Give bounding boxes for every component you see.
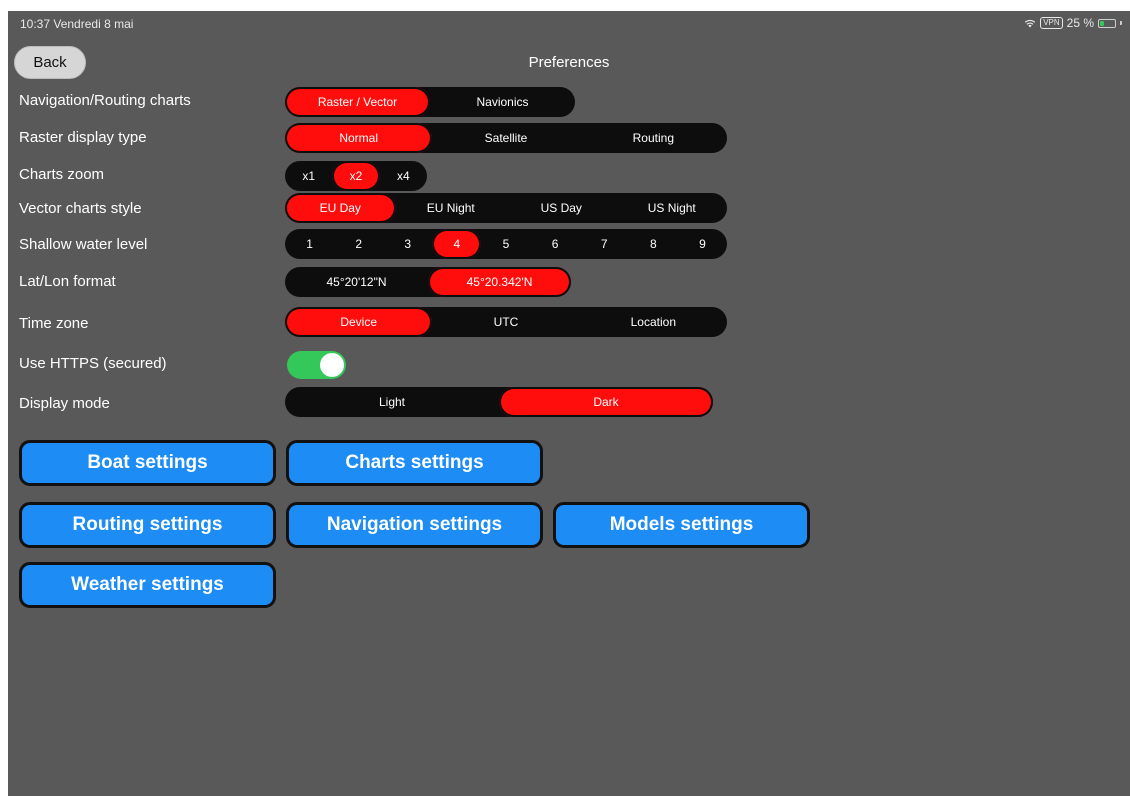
navigation-charts-option[interactable]: Navionics [430, 87, 575, 117]
wifi-icon [1024, 19, 1036, 27]
raster-display-control: Normal Satellite Routing [285, 123, 727, 153]
weather-settings-button[interactable]: Weather settings [19, 562, 276, 608]
battery-cap [1120, 21, 1122, 25]
raster-display-option[interactable]: Routing [580, 123, 727, 153]
models-settings-button[interactable]: Models settings [553, 502, 810, 548]
https-label: Use HTTPS (secured) [19, 355, 167, 372]
vector-style-option[interactable]: EU Day [285, 193, 396, 223]
charts-zoom-option[interactable]: x4 [380, 161, 427, 191]
shallow-water-label: Shallow water level [19, 236, 148, 253]
shallow-water-option[interactable]: 9 [678, 229, 727, 259]
time-zone-label: Time zone [19, 315, 89, 332]
time-zone-option[interactable]: UTC [432, 307, 579, 337]
vector-style-label: Vector charts style [19, 200, 142, 217]
charts-zoom-option[interactable]: x2 [332, 161, 380, 191]
vector-style-option[interactable]: US Night [617, 193, 728, 223]
raster-display-option[interactable]: Normal [285, 123, 433, 153]
raster-display-label: Raster display type [19, 129, 147, 146]
navigation-charts-label: Navigation/Routing charts [19, 92, 191, 109]
display-mode-option[interactable]: Dark [499, 387, 713, 417]
page-title: Preferences [528, 54, 610, 71]
time-zone-option[interactable]: Location [580, 307, 727, 337]
vector-style-option[interactable]: EU Night [396, 193, 507, 223]
status-time: 10:37 Vendredi 8 mai [20, 17, 134, 31]
charts-settings-button[interactable]: Charts settings [286, 440, 543, 486]
navigation-charts-control: Raster / Vector Navionics [285, 87, 575, 117]
latlon-format-option[interactable]: 45°20'12"N [285, 267, 428, 297]
navigation-settings-button[interactable]: Navigation settings [286, 502, 543, 548]
vpn-badge: VPN [1040, 17, 1063, 29]
shallow-water-option[interactable]: 4 [432, 229, 482, 259]
battery-percent: 25 % [1066, 16, 1094, 30]
display-mode-label: Display mode [19, 395, 110, 412]
time-zone-option[interactable]: Device [285, 307, 433, 337]
preferences-screen: 10:37 Vendredi 8 mai VPN 25 % Back Prefe… [8, 11, 1130, 796]
charts-zoom-option[interactable]: x1 [285, 161, 332, 191]
https-toggle[interactable] [287, 351, 346, 379]
vector-style-option[interactable]: US Day [506, 193, 617, 223]
boat-settings-button[interactable]: Boat settings [19, 440, 276, 486]
display-mode-control: Light Dark [285, 387, 713, 417]
shallow-water-option[interactable]: 7 [580, 229, 629, 259]
time-zone-control: Device UTC Location [285, 307, 727, 337]
shallow-water-option[interactable]: 6 [531, 229, 580, 259]
display-mode-option[interactable]: Light [285, 387, 499, 417]
shallow-water-option[interactable]: 3 [383, 229, 432, 259]
battery-icon [1098, 18, 1116, 28]
latlon-format-control: 45°20'12"N 45°20.342'N [285, 267, 571, 297]
shallow-water-option[interactable]: 5 [481, 229, 530, 259]
raster-display-option[interactable]: Satellite [432, 123, 579, 153]
navigation-charts-option[interactable]: Raster / Vector [285, 87, 430, 117]
latlon-format-label: Lat/Lon format [19, 273, 116, 290]
shallow-water-option[interactable]: 8 [629, 229, 678, 259]
shallow-water-option[interactable]: 1 [285, 229, 334, 259]
charts-zoom-control: x1 x2 x4 [285, 161, 427, 191]
status-indicators: VPN 25 % [1024, 16, 1122, 30]
charts-zoom-label: Charts zoom [19, 166, 105, 183]
shallow-water-control: 1 2 3 4 5 6 7 8 9 [285, 229, 727, 259]
latlon-format-option[interactable]: 45°20.342'N [428, 267, 571, 297]
shallow-water-option[interactable]: 2 [334, 229, 383, 259]
routing-settings-button[interactable]: Routing settings [19, 502, 276, 548]
toggle-knob [320, 353, 344, 377]
vector-style-control: EU Day EU Night US Day US Night [285, 193, 727, 223]
